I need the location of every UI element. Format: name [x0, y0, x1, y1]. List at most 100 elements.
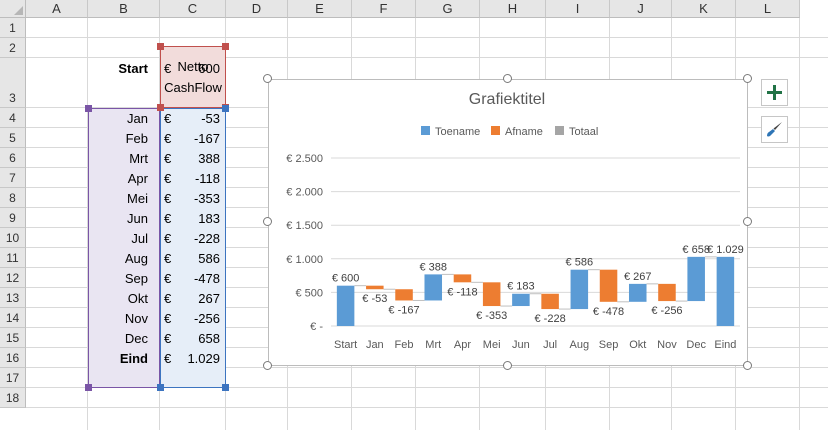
row-header-6[interactable]: 6: [0, 148, 26, 168]
range-resize-handle[interactable]: [85, 105, 92, 112]
range-resize-handle[interactable]: [157, 384, 164, 391]
range-resize-handle[interactable]: [157, 43, 164, 50]
column-header-h[interactable]: H: [480, 0, 546, 18]
range-resize-handle[interactable]: [85, 384, 92, 391]
cashflow-value-cell[interactable]: -353: [176, 188, 220, 208]
category-label-cell[interactable]: Eind: [88, 348, 148, 368]
y-tick-label: € 500: [295, 287, 323, 299]
category-label-cell[interactable]: Apr: [88, 168, 148, 188]
column-header-k[interactable]: K: [672, 0, 736, 18]
chart-elements-button[interactable]: [761, 79, 788, 106]
cashflow-value-cell[interactable]: -478: [176, 268, 220, 288]
row-header-9[interactable]: 9: [0, 208, 26, 228]
cashflow-value-cell[interactable]: -118: [176, 168, 220, 188]
column-header-b[interactable]: B: [88, 0, 160, 18]
plus-icon: [767, 85, 782, 100]
chart-resize-handle[interactable]: [263, 361, 272, 370]
cashflow-value-cell[interactable]: 1.029: [176, 348, 220, 368]
row-header-13[interactable]: 13: [0, 288, 26, 308]
data-label: € -167: [388, 304, 419, 316]
category-label-cell[interactable]: Dec: [88, 328, 148, 348]
waterfall-chart[interactable]: Grafiektitel Toename Afname Totaal € - € 500 €…: [268, 79, 748, 366]
chart-resize-handle[interactable]: [263, 217, 272, 226]
chart-resize-handle[interactable]: [743, 361, 752, 370]
waterfall-bar-feb: [395, 289, 413, 301]
chart-resize-handle[interactable]: [263, 74, 272, 83]
category-label-cell[interactable]: Jun: [88, 208, 148, 228]
data-label: € -228: [535, 313, 566, 325]
data-label: € 183: [507, 281, 535, 293]
column-header-l[interactable]: L: [736, 0, 800, 18]
cashflow-value-cell[interactable]: -167: [176, 128, 220, 148]
cashflow-value-cell[interactable]: 586: [176, 248, 220, 268]
cashflow-value-cell[interactable]: 388: [176, 148, 220, 168]
select-all-corner[interactable]: [0, 0, 26, 18]
chart-plot: Grafiektitel Toename Afname Totaal € - € 500 €…: [286, 91, 744, 351]
category-label-cell[interactable]: Okt: [88, 288, 148, 308]
data-label: € 1.029: [707, 244, 744, 256]
x-category-label: Jan: [366, 339, 384, 351]
column-header-g[interactable]: G: [416, 0, 480, 18]
row-header-2[interactable]: 2: [0, 38, 26, 58]
column-header-d[interactable]: D: [226, 0, 288, 18]
chart-resize-handle[interactable]: [743, 74, 752, 83]
cashflow-value-cell[interactable]: 183: [176, 208, 220, 228]
category-label-cell[interactable]: Sep: [88, 268, 148, 288]
column-header-e[interactable]: E: [288, 0, 352, 18]
row-header-18[interactable]: 18: [0, 388, 26, 408]
y-tick-label: € 2.500: [286, 153, 323, 165]
x-category-label: Sep: [599, 339, 619, 351]
row-header-10[interactable]: 10: [0, 228, 26, 248]
waterfall-bar-jan: [366, 285, 384, 290]
x-category-label: Eind: [714, 339, 736, 351]
row-header-12[interactable]: 12: [0, 268, 26, 288]
row-header-4[interactable]: 4: [0, 108, 26, 128]
category-label-cell[interactable]: Start: [88, 58, 148, 78]
chart-resize-handle[interactable]: [743, 217, 752, 226]
row-header-7[interactable]: 7: [0, 168, 26, 188]
category-label-cell[interactable]: Jul: [88, 228, 148, 248]
row-header-15[interactable]: 15: [0, 328, 26, 348]
data-label: € -353: [476, 310, 507, 322]
row-header-17[interactable]: 17: [0, 368, 26, 388]
cashflow-value-cell[interactable]: -256: [176, 308, 220, 328]
cashflow-value-cell[interactable]: 658: [176, 328, 220, 348]
category-label-cell[interactable]: Jan: [88, 108, 148, 128]
corner-triangle-icon: [14, 6, 23, 15]
chart-resize-handle[interactable]: [503, 361, 512, 370]
y-tick-label: € 1.500: [286, 220, 323, 232]
chart-resize-handle[interactable]: [503, 74, 512, 83]
row-header-16[interactable]: 16: [0, 348, 26, 368]
column-header-j[interactable]: J: [610, 0, 672, 18]
row-header-8[interactable]: 8: [0, 188, 26, 208]
cashflow-value-cell[interactable]: 267: [176, 288, 220, 308]
legend-label: Totaal: [569, 126, 598, 138]
column-header-i[interactable]: I: [546, 0, 610, 18]
row-header-1[interactable]: 1: [0, 18, 26, 38]
range-resize-handle[interactable]: [222, 384, 229, 391]
row-header-11[interactable]: 11: [0, 248, 26, 268]
waterfall-bar-eind: [716, 256, 735, 326]
waterfall-bar-dec: [687, 256, 705, 302]
legend-swatch-afname: [491, 126, 500, 135]
row-header-14[interactable]: 14: [0, 308, 26, 328]
range-resize-handle[interactable]: [157, 104, 164, 111]
category-label-cell[interactable]: Aug: [88, 248, 148, 268]
category-label-cell[interactable]: Mrt: [88, 148, 148, 168]
category-label-cell[interactable]: Mei: [88, 188, 148, 208]
cashflow-value-cell[interactable]: 600: [176, 58, 220, 78]
category-label-cell[interactable]: Feb: [88, 128, 148, 148]
row-header-3[interactable]: 3: [0, 58, 26, 108]
column-header-f[interactable]: F: [352, 0, 416, 18]
column-header-c[interactable]: C: [160, 0, 226, 18]
data-label: € -53: [362, 293, 387, 305]
cashflow-value-cell[interactable]: -228: [176, 228, 220, 248]
column-header-a[interactable]: A: [26, 0, 88, 18]
category-label-cell[interactable]: Nov: [88, 308, 148, 328]
range-resize-handle[interactable]: [222, 105, 229, 112]
cashflow-value-cell[interactable]: -53: [176, 108, 220, 128]
row-header-5[interactable]: 5: [0, 128, 26, 148]
chart-styles-button[interactable]: [761, 116, 788, 143]
range-resize-handle[interactable]: [222, 43, 229, 50]
legend-swatch-totaal: [555, 126, 564, 135]
